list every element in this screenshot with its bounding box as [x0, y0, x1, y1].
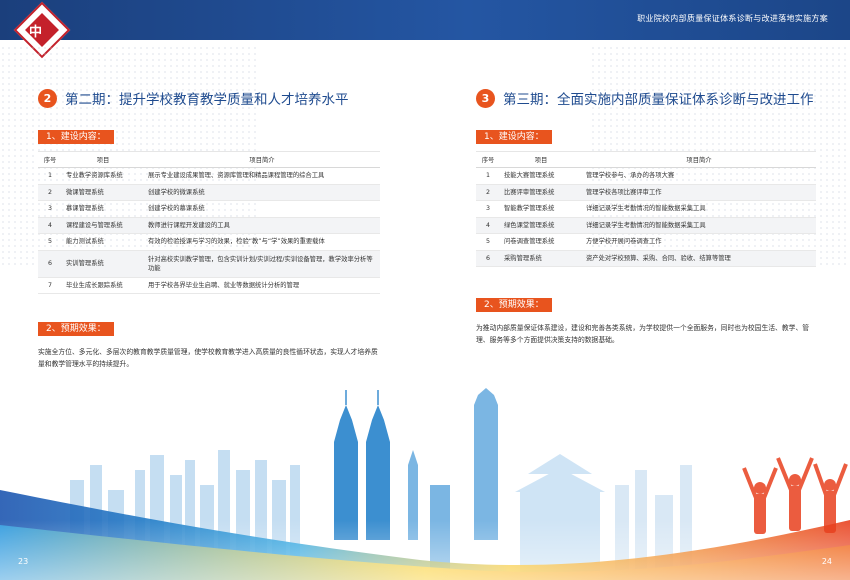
table-row: 1 专业教学资源库系统 展示专业建设成果管理、资源库管理和精品课程管理的综合工具	[38, 167, 380, 185]
left-heading: 第二期：提升学校教育教学质量和人才培养水平	[65, 92, 349, 108]
logo-text: 中	[29, 25, 43, 40]
right-project-table: 序号 项目 项目简介 1 技能大赛管理系统 管理学校参与、承办的各项大赛 2 比…	[476, 151, 816, 267]
row-name: 实训管理系统	[62, 250, 144, 278]
table-row: 5 能力测试系统 有效的检验授课与学习的效果，检验“教”与“学”效果的重要载体	[38, 233, 380, 251]
row-no: 1	[476, 167, 500, 185]
row-name: 毕业生成长跟踪系统	[62, 277, 144, 294]
left-effect-tag: 2、预期效果：	[38, 322, 114, 336]
twin-towers	[334, 390, 390, 540]
right-construction-tag: 1、建设内容：	[476, 130, 552, 144]
table-row: 4 绿色课堂管理系统 详细记录学生考勤情况的智能数据采集工具	[476, 217, 816, 234]
col-header-desc: 项目简介	[144, 151, 380, 168]
row-no: 3	[476, 200, 500, 218]
row-no: 5	[38, 233, 62, 251]
col-header-name: 项目	[500, 151, 582, 168]
table-row: 2 比赛评审管理系统 管理学校各项比赛评审工作	[476, 184, 816, 201]
left-section-title: 2 第二期：提升学校教育教学质量和人才培养水平	[38, 88, 349, 108]
table-row: 2 微课管理系统 创建学校的微课系统	[38, 184, 380, 201]
row-no: 2	[38, 184, 62, 201]
right-section-title: 3 第三期：全面实施内部质量保证体系诊断与改进工作	[476, 88, 814, 108]
row-desc: 展示专业建设成果管理、资源库管理和精品课程管理的综合工具	[144, 167, 380, 185]
row-desc: 资产处对学校预算、采购、合同、验收、结算等管理	[582, 250, 816, 267]
col-header-name: 项目	[62, 151, 144, 168]
row-name: 微课管理系统	[62, 184, 144, 201]
table-row: 3 智能教学管理系统 详细记录学生考勤情况的智能数据采集工具	[476, 200, 816, 218]
table-row: 3 慕课管理系统 创建学校的慕课系统	[38, 200, 380, 218]
row-no: 2	[476, 184, 500, 201]
row-name: 智能教学管理系统	[500, 200, 582, 218]
city-skyline-illustration	[0, 388, 850, 580]
right-effect-text: 为推动内部质量保证体系建设，建设和完善各类系统，为学校提供一个全面服务，同时也为…	[476, 324, 810, 344]
row-desc: 针对高校实训教学管理，包含实训计划/实训过程/实训设备管理，教学效率分析等功能	[144, 250, 380, 278]
row-name: 课程建设与管理系统	[62, 217, 144, 234]
row-no: 3	[38, 200, 62, 218]
right-effect-tag: 2、预期效果：	[476, 298, 552, 312]
row-desc: 详细记录学生考勤情况的智能数据采集工具	[582, 217, 816, 234]
col-header-no: 序号	[476, 151, 500, 168]
table-row: 6 实训管理系统 针对高校实训教学管理，包含实训计划/实训过程/实训设备管理，教…	[38, 250, 380, 278]
table-header-row: 序号 项目 项目简介	[476, 151, 816, 168]
table-row: 1 技能大赛管理系统 管理学校参与、承办的各项大赛	[476, 167, 816, 185]
section-number-badge: 2	[38, 88, 57, 108]
row-name: 比赛评审管理系统	[500, 184, 582, 201]
wave-fade	[0, 520, 850, 580]
row-desc: 方便学校开展问卷调查工作	[582, 233, 816, 251]
left-project-table: 序号 项目 项目简介 1 专业教学资源库系统 展示专业建设成果管理、资源库管理和…	[38, 151, 380, 294]
col-header-no: 序号	[38, 151, 62, 168]
row-desc: 创建学校的微课系统	[144, 184, 380, 201]
row-no: 4	[476, 217, 500, 234]
row-no: 6	[476, 250, 500, 267]
cheering-crowd	[742, 457, 848, 534]
table-row: 7 毕业生成长跟踪系统 用于学校各界毕业生启聘、就业等数据统计分析的管理	[38, 277, 380, 294]
row-name: 问卷调查管理系统	[500, 233, 582, 251]
row-desc: 详细记录学生考勤情况的智能数据采集工具	[582, 200, 816, 218]
header-title: 职业院校内部质量保证体系诊断与改进落地实施方案	[637, 14, 828, 23]
row-no: 4	[38, 217, 62, 234]
page-number-right: 24	[821, 557, 832, 566]
table-row: 5 问卷调查管理系统 方便学校开展问卷调查工作	[476, 233, 816, 251]
row-no: 6	[38, 250, 62, 278]
row-no: 7	[38, 277, 62, 294]
row-no: 1	[38, 167, 62, 185]
row-desc: 有效的检验授课与学习的效果，检验“教”与“学”效果的重要载体	[144, 233, 380, 251]
col-header-desc: 项目简介	[582, 151, 816, 168]
page-number-left: 23	[18, 557, 29, 566]
row-desc: 教师进行课程开发建设的工具	[144, 217, 380, 234]
row-no: 5	[476, 233, 500, 251]
header-bar: 职业院校内部质量保证体系诊断与改进落地实施方案	[0, 0, 850, 40]
table-row: 6 采购管理系统 资产处对学校预算、采购、合同、验收、结算等管理	[476, 250, 816, 267]
row-desc: 管理学校各项比赛评审工作	[582, 184, 816, 201]
right-heading: 第三期：全面实施内部质量保证体系诊断与改进工作	[503, 92, 814, 108]
left-construction-tag: 1、建设内容：	[38, 130, 114, 144]
table-header-row: 序号 项目 项目简介	[38, 151, 380, 168]
row-desc: 创建学校的慕课系统	[144, 200, 380, 218]
row-name: 能力测试系统	[62, 233, 144, 251]
row-name: 技能大赛管理系统	[500, 167, 582, 185]
left-effect-text: 实施全方位、多元化、多层次的教育教学质量管理，使学校教育教学进入高质量的良性循环…	[38, 348, 378, 368]
row-desc: 用于学校各界毕业生启聘、就业等数据统计分析的管理	[144, 277, 380, 294]
row-name: 采购管理系统	[500, 250, 582, 267]
section-number-badge: 3	[476, 88, 495, 108]
row-name: 专业教学资源库系统	[62, 167, 144, 185]
row-name: 慕课管理系统	[62, 200, 144, 218]
table-row: 4 课程建设与管理系统 教师进行课程开发建设的工具	[38, 217, 380, 234]
row-name: 绿色课堂管理系统	[500, 217, 582, 234]
row-desc: 管理学校参与、承办的各项大赛	[582, 167, 816, 185]
